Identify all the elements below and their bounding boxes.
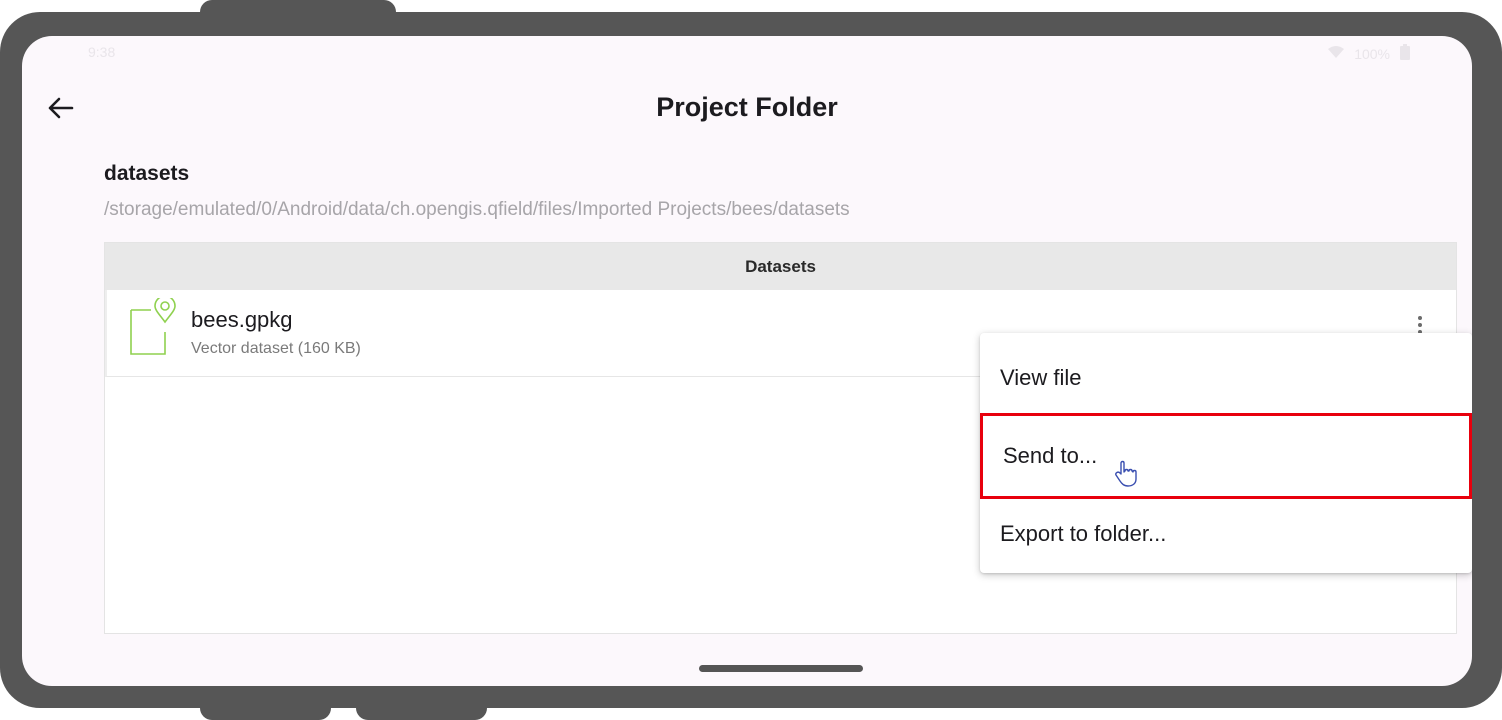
menu-item-label: Send to... — [1003, 443, 1098, 468]
page-title: Project Folder — [656, 92, 838, 122]
datasets-header: Datasets — [105, 243, 1456, 290]
dataset-name: bees.gpkg — [191, 307, 293, 332]
dataset-description: Vector dataset (160 KB) — [191, 340, 361, 357]
menu-item-label: View file — [1000, 365, 1082, 390]
status-time: 9:38 — [88, 44, 116, 60]
vector-dataset-icon — [129, 295, 181, 363]
status-icons: 100% — [1328, 44, 1410, 63]
menu-item-send-to[interactable]: Send to... — [980, 413, 1472, 499]
battery-icon — [1400, 44, 1410, 63]
menu-item-export-to-folder[interactable]: Export to folder... — [980, 499, 1472, 569]
context-menu: View file Send to... Export to folder... — [980, 333, 1472, 573]
folder-path: /storage/emulated/0/Android/data/ch.open… — [104, 199, 850, 220]
menu-item-view-file[interactable]: View file — [980, 343, 1472, 413]
status-bar: 9:38 100% — [22, 36, 1472, 70]
pointer-hand-icon — [1115, 460, 1141, 494]
home-indicator[interactable] — [699, 665, 863, 672]
folder-name: datasets — [104, 162, 190, 185]
wifi-icon — [1328, 45, 1345, 62]
menu-item-label: Export to folder... — [1000, 521, 1167, 546]
screen: 9:38 100% Project Folder datasets /stora… — [22, 36, 1472, 686]
battery-percent: 100% — [1354, 45, 1390, 62]
